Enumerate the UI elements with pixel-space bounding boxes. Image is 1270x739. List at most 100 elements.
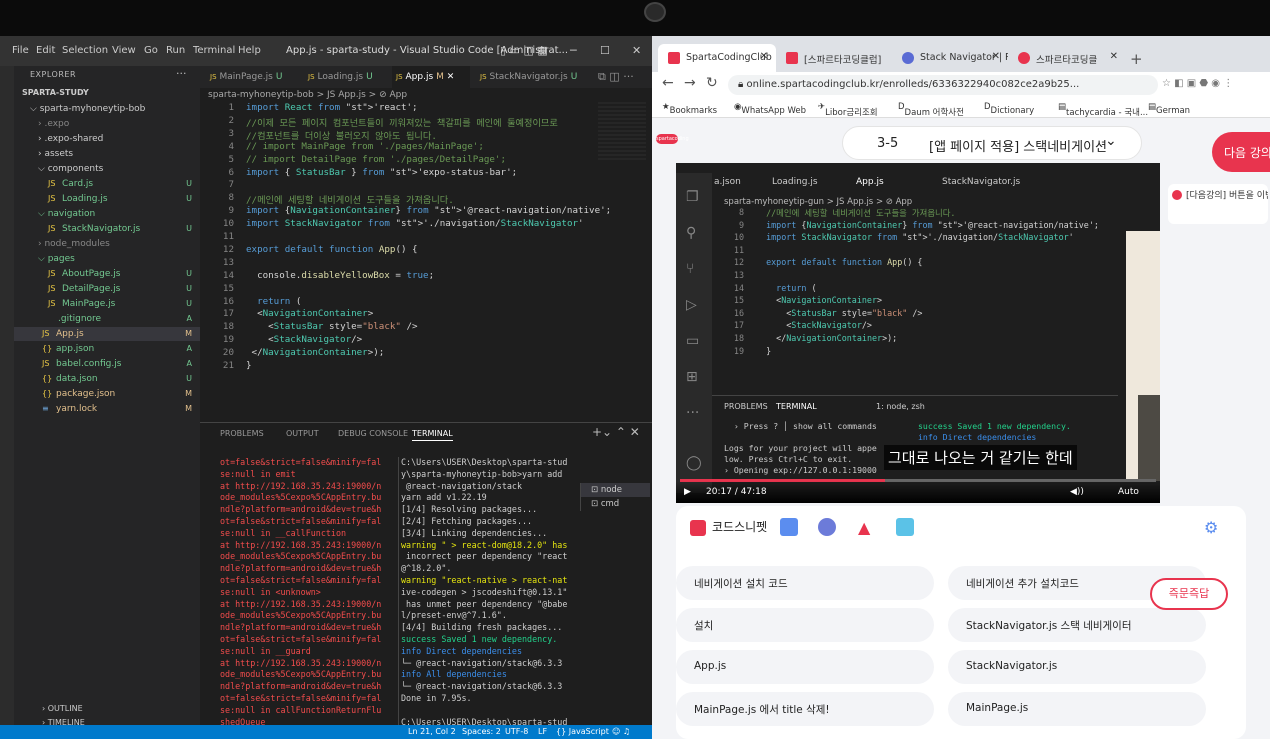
split-editor-icon[interactable]: ⧉ ◫ ··· bbox=[594, 66, 634, 88]
explorer-root[interactable]: SPARTA-STUDY bbox=[14, 86, 200, 100]
snippet-item[interactable]: StackNavigator.js bbox=[948, 650, 1206, 684]
snippet-item[interactable]: MainPage.js bbox=[948, 692, 1206, 726]
extensions-icon[interactable]: ☆ ◧ ▣ ⬣ ◉ ⋮ bbox=[1162, 78, 1233, 89]
play-icon[interactable]: ▶ bbox=[684, 487, 691, 497]
forward-icon[interactable]: → bbox=[684, 75, 696, 91]
chat-icon[interactable] bbox=[818, 518, 836, 536]
file-item[interactable]: JS Card.js U bbox=[14, 177, 200, 191]
snippet-item[interactable]: App.js bbox=[676, 650, 934, 684]
next-lesson-button[interactable]: 다음 강의 bbox=[1212, 132, 1270, 172]
file-item[interactable]: JS MainPage.js U bbox=[14, 297, 200, 311]
bookmark-item[interactable]: ◉ WhatsApp Web bbox=[734, 102, 806, 116]
minimap[interactable] bbox=[598, 102, 646, 162]
warning-icon[interactable]: ▲ bbox=[858, 518, 876, 537]
folder-item[interactable]: › .expo bbox=[14, 117, 200, 131]
menu-selection[interactable]: Selection bbox=[62, 45, 108, 56]
volume-icon[interactable]: ◀)) bbox=[1070, 487, 1084, 497]
close-tab-icon[interactable]: ✕ bbox=[447, 72, 455, 82]
tab-app[interactable]: JS App.js M ✕ bbox=[392, 66, 470, 88]
document-icon[interactable] bbox=[780, 518, 798, 536]
tab-terminal[interactable]: TERMINAL bbox=[412, 429, 453, 441]
breadcrumb[interactable]: sparta-myhoneytip-bob > JS App.js > ⊘ Ap… bbox=[208, 90, 407, 100]
menu-view[interactable]: View bbox=[112, 45, 136, 56]
bookmark-item[interactable]: ✈ Libor금리조회 bbox=[818, 102, 878, 118]
video-quality[interactable]: Auto bbox=[1118, 487, 1139, 497]
tab-debug-console[interactable]: DEBUG CONSOLE bbox=[338, 429, 408, 438]
folder-item[interactable]: ⌵ components bbox=[14, 162, 200, 176]
faq-icon[interactable] bbox=[896, 518, 914, 536]
menu-terminal[interactable]: Terminal bbox=[193, 45, 235, 56]
cursor-position[interactable]: Ln 21, Col 2 bbox=[408, 727, 456, 736]
snippet-item[interactable]: 설치 bbox=[676, 608, 934, 642]
menu-edit[interactable]: Edit bbox=[36, 45, 55, 56]
tab-stacknavigator[interactable]: JS StackNavigator.js U bbox=[476, 66, 577, 88]
folder-item[interactable]: › node_modules bbox=[14, 237, 200, 251]
folder-item[interactable]: ⌵ sparta-myhoneytip-bob bbox=[14, 102, 200, 116]
quick-question-button[interactable]: 즉문즉답 bbox=[1150, 578, 1228, 610]
file-item[interactable]: JS StackNavigator.js U bbox=[14, 222, 200, 236]
close-tab-icon[interactable]: ✕ bbox=[1110, 51, 1118, 62]
menu-help[interactable]: Help bbox=[238, 45, 261, 56]
activity-bar[interactable] bbox=[0, 66, 14, 739]
close-tab-icon[interactable]: ✕ bbox=[992, 51, 1000, 62]
tab-loading[interactable]: JS Loading.js U bbox=[304, 66, 373, 88]
lesson-selector[interactable]: 3-5 [앱 페이지 적용] 스택네비게이션 ⌄ bbox=[842, 126, 1142, 160]
tab-problems[interactable]: PROBLEMS bbox=[220, 429, 264, 438]
address-bar[interactable]: 🔒︎ online.spartacodingclub.kr/enrolleds/… bbox=[728, 75, 1158, 95]
sparta-logo[interactable]: spartacoding bbox=[656, 134, 689, 144]
snippet-item[interactable]: 네비게이션 설치 코드 bbox=[676, 566, 934, 600]
browser-tab-4[interactable]: 스파르타코딩클 ✕ bbox=[1008, 44, 1126, 72]
terminal-item-cmd[interactable]: ⊡ cmd bbox=[581, 497, 650, 511]
line-ending[interactable]: LF bbox=[538, 727, 547, 736]
tab-mainpage[interactable]: JS MainPage.js U bbox=[206, 66, 282, 88]
terminal-item-node[interactable]: ⊡ node bbox=[581, 483, 650, 497]
file-item[interactable]: {} package.json M bbox=[14, 387, 200, 401]
menu-file[interactable]: File bbox=[12, 45, 29, 56]
file-item[interactable]: JS App.js M bbox=[14, 327, 200, 341]
bookmark-item[interactable]: D Dictionary bbox=[984, 102, 1034, 116]
file-item[interactable]: JS AboutPage.js U bbox=[14, 267, 200, 281]
folder-item[interactable]: › .expo-shared bbox=[14, 132, 200, 146]
file-item[interactable]: {} data.json U bbox=[14, 372, 200, 386]
gear-icon[interactable]: ⚙ bbox=[1204, 518, 1222, 537]
bookmark-item[interactable]: ▤ German bbox=[1148, 102, 1190, 116]
minimize-button[interactable]: ─ bbox=[570, 44, 577, 57]
folder-item[interactable]: › assets bbox=[14, 147, 200, 161]
code-editor[interactable]: 1 import React from "st">'react'; 2 //이제 모든… bbox=[200, 102, 611, 420]
bookmark-item[interactable]: ▤ tachycardia - 국내... bbox=[1058, 102, 1148, 118]
tab-output[interactable]: OUTPUT bbox=[286, 429, 319, 438]
file-item[interactable]: JS babel.config.js A bbox=[14, 357, 200, 371]
file-item[interactable]: JS DetailPage.js U bbox=[14, 282, 200, 296]
close-tab-icon[interactable]: ✕ bbox=[760, 51, 768, 62]
indentation[interactable]: Spaces: 2 bbox=[462, 727, 501, 736]
layout-icon[interactable]: ▯ ▭ ◫ ▦ bbox=[500, 44, 548, 57]
browser-tab-3[interactable]: Stack Navigator | R ✕ bbox=[892, 44, 1008, 72]
more-icon[interactable]: ··· bbox=[176, 67, 187, 80]
file-item[interactable]: ≡ yarn.lock M bbox=[14, 402, 200, 416]
file-item[interactable]: .gitignore A bbox=[14, 312, 200, 326]
back-icon[interactable]: ← bbox=[662, 75, 674, 91]
encoding[interactable]: UTF-8 bbox=[505, 727, 528, 736]
browser-tab-2[interactable]: [스파르타코딩클럽] bbox=[776, 44, 892, 72]
folder-item[interactable]: ⌵ pages bbox=[14, 252, 200, 266]
snippet-item[interactable]: MainPage.js 에서 title 삭제! bbox=[676, 692, 934, 726]
menu-go[interactable]: Go bbox=[144, 45, 158, 56]
bookmark-item[interactable]: ★ Bookmarks bbox=[662, 102, 717, 116]
snippet-item[interactable]: StackNavigator.js 스택 네비게이터 bbox=[948, 608, 1206, 642]
menu-run[interactable]: Run bbox=[166, 45, 185, 56]
new-tab-button[interactable]: + bbox=[1130, 50, 1143, 68]
feedback-icon[interactable]: ☺ ♫ bbox=[612, 727, 630, 736]
reload-icon[interactable]: ↻ bbox=[706, 75, 718, 91]
file-item[interactable]: JS Loading.js U bbox=[14, 192, 200, 206]
close-button[interactable]: ✕ bbox=[632, 44, 641, 57]
browser-tab-1[interactable]: SpartaCodingClub ✕ bbox=[658, 44, 776, 72]
bookmark-item[interactable]: D Daum 어학사전 bbox=[898, 102, 964, 118]
language-mode[interactable]: {} JavaScript bbox=[556, 727, 609, 736]
file-item[interactable]: {} app.json A bbox=[14, 342, 200, 356]
terminal-output[interactable]: C:\Users\USER\Desktop\sparta-stud y\spart… bbox=[398, 457, 576, 739]
maximize-button[interactable]: ☐ bbox=[600, 44, 610, 57]
lecture-video[interactable]: ❐ ⚲ ⑂ ▷ ▭ ⊞ ··· ◯ a.json Loading.js App.… bbox=[676, 163, 1160, 503]
panel-controls[interactable]: +⌄ ⌃ ✕ bbox=[592, 425, 640, 439]
folder-item[interactable]: ⌵ navigation bbox=[14, 207, 200, 221]
outline-section[interactable]: › OUTLINE bbox=[14, 702, 200, 716]
